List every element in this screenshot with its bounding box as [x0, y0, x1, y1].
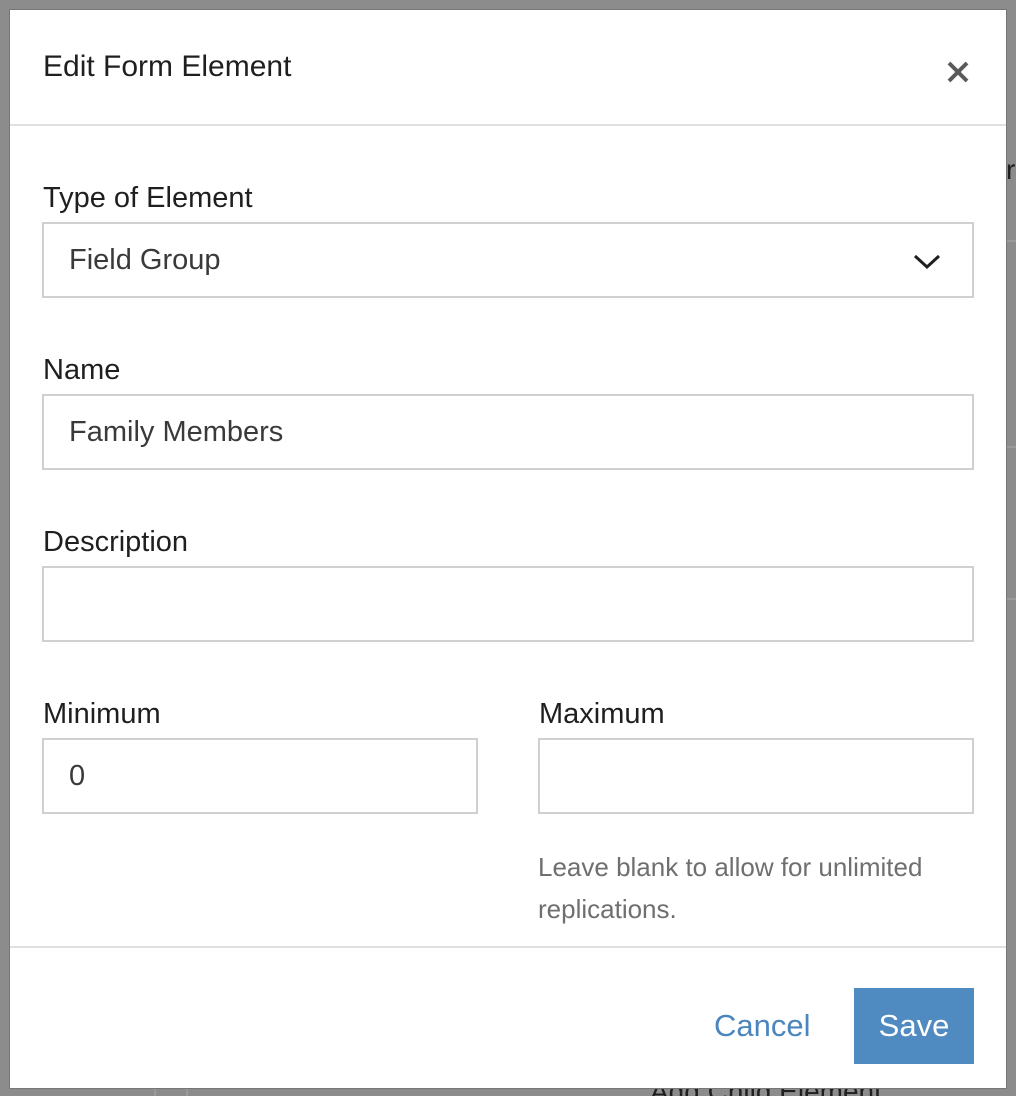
- dialog-body: Type of Element Field Group Name Descrip…: [10, 126, 1006, 948]
- maximum-label: Maximum: [539, 698, 665, 730]
- name-input[interactable]: [44, 396, 972, 468]
- maximum-helper-text: Leave blank to allow for unlimited repli…: [538, 852, 923, 924]
- description-label: Description: [43, 526, 189, 558]
- close-button[interactable]: [940, 54, 976, 90]
- name-field-wrapper: [42, 394, 974, 470]
- edit-form-element-dialog: Edit Form Element Type of Element Field …: [10, 10, 1006, 1088]
- save-button[interactable]: Save: [854, 988, 974, 1064]
- maximum-field-wrapper: [538, 738, 974, 814]
- cancel-button[interactable]: Cancel: [714, 988, 811, 1064]
- dialog-footer: Cancel Save: [10, 948, 1006, 1088]
- minimum-label: Minimum: [43, 698, 161, 730]
- description-input[interactable]: [44, 568, 972, 640]
- chevron-down-icon: [913, 254, 941, 270]
- dialog-title: Edit Form Element: [43, 50, 292, 83]
- minimum-input[interactable]: [44, 740, 476, 812]
- type-of-element-label: Type of Element: [43, 182, 253, 214]
- type-of-element-value: Field Group: [69, 244, 221, 276]
- type-of-element-select[interactable]: Field Group: [42, 222, 974, 298]
- maximum-input[interactable]: [540, 740, 972, 812]
- dialog-header: Edit Form Element: [10, 10, 1006, 126]
- close-icon: [947, 61, 969, 83]
- description-field-wrapper: [42, 566, 974, 642]
- minimum-field-wrapper: [42, 738, 478, 814]
- name-label: Name: [43, 354, 121, 386]
- background-text: r: [1006, 154, 1016, 185]
